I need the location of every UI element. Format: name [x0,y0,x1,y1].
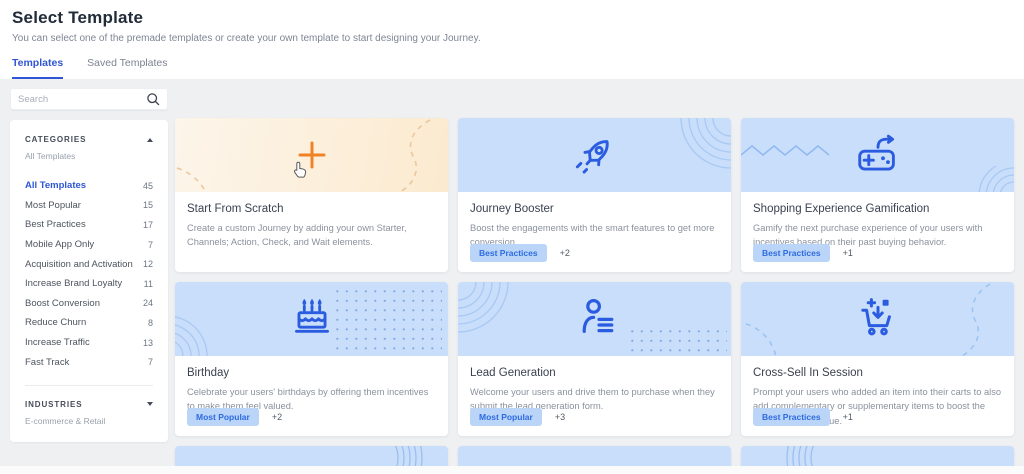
tab-templates[interactable]: Templates [12,57,63,79]
card-badge: Best Practices [753,244,830,262]
sidebar-item-fast-track[interactable]: Fast Track 7 [10,352,168,372]
badge-row: Most Popular +3 [470,408,565,426]
badge-extra-count: +1 [843,248,853,258]
sidebar-divider [25,385,153,386]
lead-person-icon [571,297,619,341]
rocket-icon [572,132,618,178]
card-title: Lead Generation [470,367,719,379]
template-card-birthday[interactable]: Birthday Celebrate your users' birthdays… [175,282,448,436]
badge-row: Most Popular +2 [187,408,282,426]
industries-header-label: INDUSTRIES [25,400,82,409]
template-card-lead-generation[interactable]: Lead Generation Welcome your users and d… [458,282,731,436]
industries-selected-label: E-commerce & Retail [10,409,168,426]
card-title: Birthday [187,367,436,379]
badge-extra-count: +2 [272,412,282,422]
template-card-start-from-scratch[interactable]: Start From Scratch Create a custom Journ… [175,118,448,272]
categories-header-label: CATEGORIES [25,135,86,144]
page-header: Select Template You can select one of th… [0,0,1024,79]
concentric-circles-decoration [665,118,731,184]
card-body: Cross-Sell In Session Prompt your users … [741,356,1014,436]
category-list: All Templates 45 Most Popular 15 Best Pr… [10,176,168,372]
template-card-cross-sell-in-session[interactable]: Cross-Sell In Session Prompt your users … [741,282,1014,436]
badge-extra-count: +3 [555,412,565,422]
zigzag-decoration [741,143,836,159]
viewport-bottom-strip [0,466,1024,474]
card-badge: Best Practices [753,408,830,426]
sidebar-item-all-templates[interactable]: All Templates 45 [10,176,168,196]
card-body: Lead Generation Welcome your users and d… [458,356,731,436]
sidebar-item-increase-brand-loyalty[interactable]: Increase Brand Loyalty 11 [10,274,168,294]
card-header-art [458,282,731,356]
card-header-art [741,118,1014,192]
triangle-down-icon[interactable] [147,402,153,406]
card-badge: Best Practices [470,244,547,262]
triangle-up-icon[interactable] [147,138,153,142]
badge-extra-count: +2 [560,248,570,258]
dashed-arc-decoration [175,142,235,192]
card-title: Shopping Experience Gamification [753,203,1002,215]
birthday-cake-icon [289,296,335,342]
template-grid: Start From Scratch Create a custom Journ… [175,118,1014,474]
badge-row: Best Practices +1 [753,408,853,426]
categories-group-header[interactable]: CATEGORIES [10,135,168,144]
sidebar-item-best-practices[interactable]: Best Practices 17 [10,215,168,235]
hand-cursor-icon [293,161,308,183]
concentric-circles-decoration [175,310,215,356]
select-template-page: Select Template You can select one of th… [0,0,1024,474]
badge-extra-count: +1 [843,412,853,422]
dot-grid-decoration [336,290,442,350]
card-header-art [458,118,731,192]
search-icon[interactable] [146,92,160,106]
card-body: Birthday Celebrate your users' birthdays… [175,356,448,436]
dashed-curve-decoration [372,118,436,192]
dashed-curve-decoration [936,282,996,356]
card-header-art [741,282,1014,356]
card-header-art [175,282,448,356]
badge-row: Best Practices +2 [470,244,570,262]
template-card-journey-booster[interactable]: Journey Booster Boost the engagements wi… [458,118,731,272]
card-badge: Most Popular [470,408,542,426]
card-body: Start From Scratch Create a custom Journ… [175,192,448,272]
card-body: Shopping Experience Gamification Gamify … [741,192,1014,272]
search-box [10,88,168,110]
categories-panel: CATEGORIES All Templates All Templates 4… [10,120,168,442]
concentric-circles-decoration [952,166,1014,192]
concentric-circles-decoration [458,282,520,344]
dot-grid-decoration [631,330,727,352]
industries-group-header[interactable]: INDUSTRIES [10,400,168,409]
cart-icon [854,295,902,343]
page-title: Select Template [12,8,143,28]
sidebar-item-most-popular[interactable]: Most Popular 15 [10,196,168,216]
search-input[interactable] [18,94,146,105]
template-card-shopping-experience-gamification[interactable]: Shopping Experience Gamification Gamify … [741,118,1014,272]
sidebar-item-boost-conversion[interactable]: Boost Conversion 24 [10,294,168,314]
card-badge: Most Popular [187,408,259,426]
card-header-art [175,118,448,192]
card-title: Cross-Sell In Session [753,367,1002,379]
card-body: Journey Booster Boost the engagements wi… [458,192,731,272]
tab-saved-templates[interactable]: Saved Templates [87,57,167,79]
badge-row: Best Practices +1 [753,244,853,262]
tab-bar: Templates Saved Templates [12,57,168,79]
card-title: Start From Scratch [187,203,436,215]
sidebar-item-increase-traffic[interactable]: Increase Traffic 13 [10,333,168,353]
card-description: Create a custom Journey by adding your o… [187,221,436,250]
dashed-arc-decoration [741,302,797,356]
sidebar-item-mobile-app-only[interactable]: Mobile App Only 7 [10,235,168,255]
gamepad-icon [853,133,903,177]
page-subtitle: You can select one of the premade templa… [12,33,481,44]
sidebar-item-reduce-churn[interactable]: Reduce Churn 8 [10,313,168,333]
sidebar-item-acquisition-and-activation[interactable]: Acquisition and Activation 12 [10,254,168,274]
categories-selected-label: All Templates [10,144,168,161]
card-title: Journey Booster [470,203,719,215]
